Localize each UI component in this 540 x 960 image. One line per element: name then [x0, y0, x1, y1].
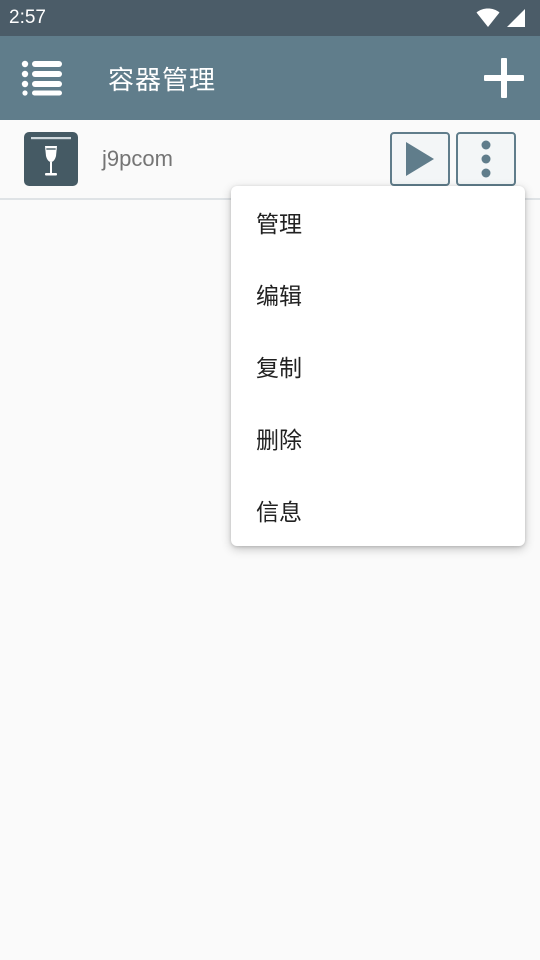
menu-item-info[interactable]: 信息 [231, 474, 525, 546]
add-container-button[interactable] [468, 36, 540, 120]
status-time: 2:57 [9, 7, 46, 28]
list-menu-icon [21, 60, 62, 96]
page-title: 容器管理 [108, 65, 217, 96]
menu-item-manage[interactable]: 管理 [231, 186, 525, 258]
menu-item-copy[interactable]: 复制 [231, 330, 525, 402]
container-name: j9pcom [102, 146, 173, 171]
menu-button[interactable] [0, 36, 84, 120]
plus-icon [484, 58, 524, 98]
context-menu: 管理 编辑 复制 删除 信息 [231, 186, 525, 546]
more-options-button[interactable] [456, 132, 516, 186]
status-bar: 2:57 [0, 0, 540, 36]
run-container-button[interactable] [390, 132, 450, 186]
play-icon [406, 142, 434, 176]
wine-glass-box-icon [24, 132, 78, 186]
wifi-icon [476, 8, 500, 27]
status-icons [476, 8, 526, 28]
menu-item-edit[interactable]: 编辑 [231, 258, 525, 330]
menu-item-delete[interactable]: 删除 [231, 402, 525, 474]
more-vertical-icon [481, 140, 491, 178]
cellular-signal-icon [507, 9, 525, 27]
app-bar: 容器管理 [0, 36, 540, 120]
